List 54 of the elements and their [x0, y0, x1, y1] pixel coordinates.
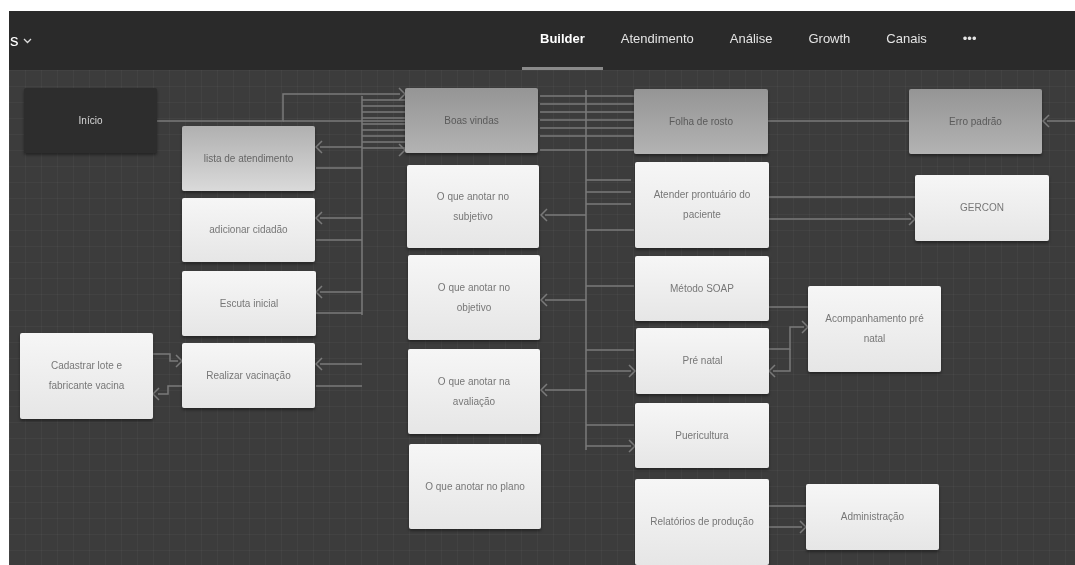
flow-node[interactable]: Escuta inicial	[182, 271, 316, 336]
arrowhead-icon	[175, 354, 184, 368]
arrowhead-icon	[314, 357, 323, 371]
flow-node[interactable]: O que anotar na avaliação	[408, 349, 540, 434]
flow-node[interactable]: Erro padrão	[909, 89, 1042, 154]
connector-line	[768, 526, 803, 528]
flow-node[interactable]: Início	[24, 88, 157, 153]
connector-line	[315, 385, 363, 387]
connector-line	[152, 353, 179, 362]
arrowhead-icon	[539, 293, 548, 307]
chevron-down-icon[interactable]	[22, 37, 32, 44]
flow-node[interactable]: lista de atendimento	[182, 126, 315, 191]
flow-node[interactable]: Realizar vacinação	[182, 343, 315, 408]
arrowhead-icon	[539, 208, 548, 222]
arrowhead-icon	[398, 87, 407, 101]
arrowhead-icon	[799, 520, 808, 534]
arrowhead-icon	[801, 320, 810, 334]
arrowhead-icon	[314, 211, 323, 225]
connector-line	[768, 306, 809, 308]
arrowhead-icon	[314, 140, 323, 154]
connector-line	[319, 363, 363, 365]
flow-node[interactable]: Acompanhamento pré natal	[808, 286, 941, 372]
flow-node[interactable]: Método SOAP	[635, 256, 769, 321]
nav-tab[interactable]: Análise	[711, 11, 791, 70]
arrowhead-icon	[628, 364, 637, 378]
arrowhead-icon	[767, 364, 776, 378]
flow-node[interactable]: O que anotar no subjetivo	[407, 165, 539, 248]
arrowhead-icon	[398, 143, 407, 157]
nav-tab[interactable]: Atendimento	[602, 11, 712, 70]
flow-node[interactable]: Puericultura	[635, 403, 769, 468]
arrowhead-icon	[908, 212, 917, 226]
connector-line	[1046, 120, 1075, 122]
flow-node[interactable]: Folha de rosto	[634, 89, 768, 154]
arrowhead-icon	[151, 387, 160, 401]
flow-node[interactable]: Atender prontuário do paciente	[635, 162, 769, 248]
connector-line	[768, 505, 807, 507]
flow-node[interactable]: Relatórios de produção	[635, 479, 769, 565]
flow-node[interactable]: Pré natal	[636, 328, 769, 394]
connector-line	[157, 385, 183, 395]
arrowhead-icon	[539, 383, 548, 397]
arrowhead-icon	[314, 285, 323, 299]
app-title: s	[10, 29, 19, 52]
nav-tab[interactable]: Growth	[790, 11, 869, 70]
flow-node[interactable]: GERCON	[915, 175, 1049, 241]
flow-node[interactable]: O que anotar no objetivo	[408, 255, 540, 340]
flow-node[interactable]: O que anotar no plano	[409, 444, 541, 529]
flow-node[interactable]: Cadastrar lote e fabricante vacina	[20, 333, 153, 419]
arrowhead-icon	[1041, 114, 1050, 128]
flow-node[interactable]: Boas vindas	[405, 88, 538, 153]
nav-tab[interactable]: •••	[944, 11, 995, 70]
arrowhead-icon	[628, 439, 637, 453]
flow-node[interactable]: Administração	[806, 484, 939, 550]
flow-node[interactable]: adicionar cidadão	[182, 198, 315, 262]
nav-tab[interactable]: Canais	[868, 11, 945, 70]
